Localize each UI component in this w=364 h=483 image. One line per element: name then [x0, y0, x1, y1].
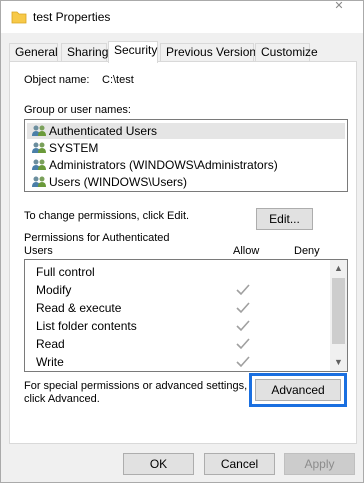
deny-header: Deny: [294, 245, 320, 257]
object-name-label: Object name:: [24, 74, 90, 86]
tab-sharing[interactable]: Sharing: [61, 43, 108, 62]
permissions-for-label-line1: Permissions for Authenticated: [24, 232, 170, 244]
checkmark-icon: [235, 301, 251, 315]
scroll-up-icon[interactable]: ▲: [330, 260, 347, 277]
permissions-scrollbar[interactable]: ▲ ▼: [330, 260, 347, 371]
checkmark-icon: [235, 337, 251, 351]
permission-row-write: Write: [25, 353, 331, 371]
ok-button[interactable]: OK: [123, 453, 194, 475]
checkmark-icon: [235, 355, 251, 369]
permission-name: Write: [36, 355, 64, 369]
group-user-list[interactable]: Authenticated Users SYSTEM Administrator…: [24, 119, 348, 192]
window-title: test Properties: [33, 10, 111, 24]
properties-window: test Properties ✕ General Sharing Securi…: [0, 0, 364, 483]
scrollbar-thumb[interactable]: [332, 278, 345, 344]
apply-button[interactable]: Apply: [284, 453, 355, 475]
close-icon[interactable]: ✕: [321, 1, 357, 19]
list-item-system[interactable]: SYSTEM: [27, 140, 345, 156]
group-name: SYSTEM: [49, 141, 99, 155]
list-item-users[interactable]: Users (WINDOWS\Users): [27, 174, 345, 190]
permission-row-list-folder-contents: List folder contents: [25, 317, 331, 335]
advanced-button[interactable]: Advanced: [249, 373, 347, 407]
group-name: Administrators (WINDOWS\Administrators): [49, 158, 278, 172]
permissions-list[interactable]: Full control Modify Read & execute List …: [24, 259, 348, 372]
tab-security[interactable]: Security: [108, 41, 158, 63]
permission-name: List folder contents: [36, 319, 137, 333]
permission-name: Read & execute: [36, 301, 122, 315]
tab-customize[interactable]: Customize: [255, 43, 318, 62]
users-icon: [31, 175, 47, 189]
permission-name: Read: [36, 337, 65, 351]
title-bar[interactable]: test Properties ✕: [1, 1, 363, 33]
edit-button[interactable]: Edit...: [256, 208, 313, 230]
permission-name: Modify: [36, 283, 72, 297]
permission-row-read-execute: Read & execute: [25, 299, 331, 317]
tab-previous-versions[interactable]: Previous Versions: [160, 43, 262, 62]
cancel-button[interactable]: Cancel: [204, 453, 275, 475]
permission-row-modify: Modify: [25, 281, 331, 299]
checkmark-icon: [235, 283, 251, 297]
checkmark-icon: [235, 319, 251, 333]
scroll-down-icon[interactable]: ▼: [330, 354, 347, 371]
change-permissions-text: To change permissions, click Edit.: [24, 210, 190, 222]
special-permissions-text-line1: For special permissions or advanced sett…: [24, 380, 248, 392]
group-name: Users (WINDOWS\Users): [49, 175, 187, 189]
object-name-value: C:\test: [102, 74, 134, 86]
folder-icon: [11, 10, 27, 24]
group-name: Authenticated Users: [49, 124, 158, 138]
users-icon: [31, 141, 47, 155]
list-item-administrators[interactable]: Administrators (WINDOWS\Administrators): [27, 157, 345, 173]
users-icon: [31, 124, 47, 138]
permissions-for-label-line2: Users: [24, 245, 53, 257]
tab-bar: General Sharing Security Previous Versio…: [9, 41, 357, 63]
permission-row-read: Read: [25, 335, 331, 353]
permission-name: Full control: [36, 265, 95, 279]
permission-row-full-control: Full control: [25, 263, 331, 281]
tab-general[interactable]: General: [9, 43, 58, 62]
allow-header: Allow: [233, 245, 260, 257]
users-icon: [31, 158, 47, 172]
security-panel: Object name: C:\test Group or user names…: [9, 61, 357, 444]
special-permissions-text-line2: click Advanced.: [24, 393, 100, 405]
group-or-user-names-label: Group or user names:: [24, 104, 131, 116]
list-item-authenticated-users[interactable]: Authenticated Users: [27, 123, 345, 139]
